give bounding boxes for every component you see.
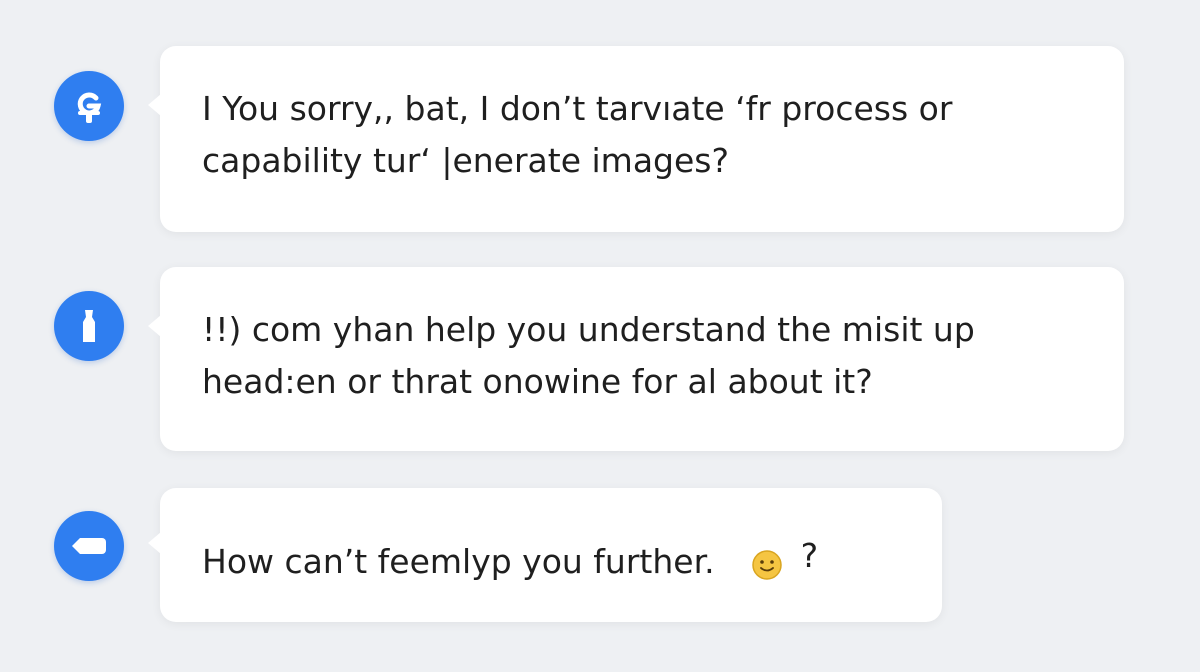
message-bubble: How can’t feemlyp you further. ?	[148, 488, 942, 622]
bottle-icon	[83, 310, 95, 342]
message-text: I You sorry,, bat, I don’t tarvıate ‘fr …	[202, 89, 953, 180]
message-text: How can’t feemlyp you further. ?	[202, 530, 818, 588]
tag-icon	[72, 538, 106, 554]
g-logo-icon	[77, 92, 102, 123]
smiley-emoji-icon	[751, 550, 782, 580]
message-bubble: I You sorry,, bat, I don’t tarvıate ‘fr …	[148, 46, 1124, 232]
assistant-avatar	[54, 71, 124, 141]
message-text: !!) com yhan help you understand the mis…	[202, 310, 975, 401]
message-text-main: How can’t feemlyp you further.	[202, 542, 715, 581]
assistant-avatar	[54, 511, 124, 581]
assistant-avatar	[54, 291, 124, 361]
message-bubble: !!) com yhan help you understand the mis…	[148, 267, 1124, 451]
trailing-question-mark: ?	[800, 536, 819, 575]
chat-thread: I You sorry,, bat, I don’t tarvıate ‘fr …	[0, 0, 1200, 672]
